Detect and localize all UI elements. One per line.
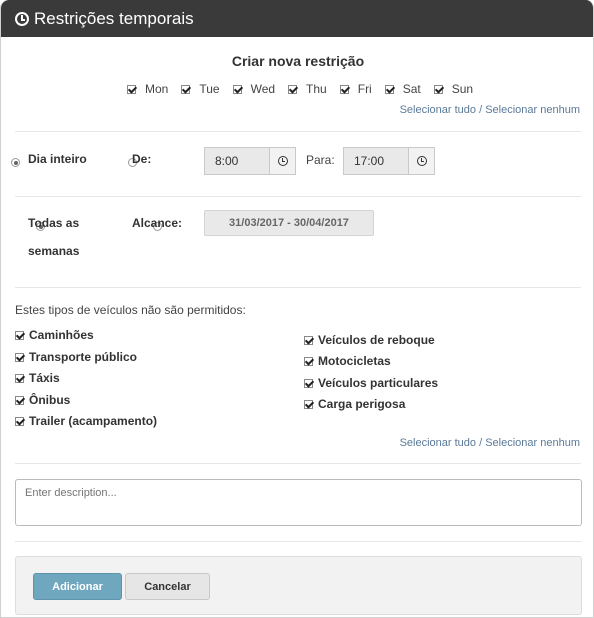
to-time-picker-button[interactable] <box>409 147 435 175</box>
divider <box>15 541 581 542</box>
checkbox-icon[interactable] <box>181 84 191 94</box>
from-time-input[interactable]: 8:00 <box>204 147 270 175</box>
link-separator: / <box>479 104 483 116</box>
day-sun[interactable]: Sun <box>433 82 473 96</box>
checkbox-icon[interactable] <box>339 84 349 94</box>
days-select-links: Selecionar tudo / Selecionar nenhum <box>400 104 580 116</box>
vehicle-public-transport[interactable]: Transporte público <box>15 350 137 364</box>
vehicle-buses[interactable]: Ônibus <box>15 393 70 407</box>
from-label: De: <box>132 152 152 166</box>
checkbox-icon[interactable] <box>127 84 136 94</box>
day-tue[interactable]: Tue <box>181 82 220 96</box>
checkbox-icon[interactable] <box>15 395 24 405</box>
checkbox-icon[interactable] <box>304 378 313 388</box>
select-all-vehicles-link[interactable]: Selecionar tudo <box>400 437 476 449</box>
vehicle-private[interactable]: Veículos particulares <box>304 376 438 390</box>
vehicle-motorcycles[interactable]: Motocicletas <box>304 354 391 368</box>
description-input[interactable] <box>15 479 582 526</box>
title-bar: Restrições temporais <box>1 0 593 37</box>
checkbox-icon[interactable] <box>384 84 394 94</box>
checkbox-icon[interactable] <box>15 352 24 362</box>
day-thu[interactable]: Thu <box>288 82 327 96</box>
all-day-label: Dia inteiro <box>28 152 87 166</box>
day-sat[interactable]: Sat <box>384 82 421 96</box>
from-time-picker-button[interactable] <box>270 147 296 175</box>
checkbox-icon[interactable] <box>288 84 298 94</box>
select-all-days-link[interactable]: Selecionar tudo <box>400 104 476 116</box>
checkbox-icon[interactable] <box>304 335 313 345</box>
to-time-input[interactable]: 17:00 <box>343 147 409 175</box>
cancel-button[interactable]: Cancelar <box>125 573 210 600</box>
window-title: Restrições temporais <box>34 8 194 28</box>
clock-icon <box>277 156 288 166</box>
checkbox-icon[interactable] <box>433 84 443 94</box>
checkbox-icon[interactable] <box>15 373 24 383</box>
link-separator: / <box>479 437 483 449</box>
all-day-radio[interactable] <box>11 158 20 167</box>
weekday-selector: Mon Tue Wed Thu Fri Sat Sun <box>127 82 486 96</box>
vehicle-taxis[interactable]: Táxis <box>15 371 60 385</box>
vehicle-hazardous[interactable]: Carga perigosa <box>304 397 405 411</box>
form-heading: Criar nova restrição <box>231 53 365 69</box>
checkbox-icon[interactable] <box>304 356 313 366</box>
checkbox-icon[interactable] <box>15 330 24 340</box>
vehicle-towing[interactable]: Veículos de reboque <box>304 333 435 347</box>
checkbox-icon[interactable] <box>232 84 242 94</box>
vehicles-select-links: Selecionar tudo / Selecionar nenhum <box>400 437 580 449</box>
add-button[interactable]: Adicionar <box>33 573 122 600</box>
divider <box>15 463 581 464</box>
vehicle-types-intro: Estes tipos de veículos não são permitid… <box>15 303 246 317</box>
day-fri[interactable]: Fri <box>339 82 372 96</box>
range-label: Alcance: <box>132 216 183 230</box>
divider <box>15 196 581 197</box>
checkbox-icon[interactable] <box>15 416 24 426</box>
divider <box>15 287 581 288</box>
restrictions-dialog: Restrições temporais Criar nova restriçã… <box>0 0 594 618</box>
all-weeks-label-line1: Todas as <box>28 216 80 230</box>
day-mon[interactable]: Mon <box>127 82 168 96</box>
checkbox-icon[interactable] <box>304 399 313 409</box>
select-none-vehicles-link[interactable]: Selecionar nenhum <box>485 437 580 449</box>
divider <box>15 131 581 132</box>
clock-icon <box>416 156 427 166</box>
vehicle-trailer[interactable]: Trailer (acampamento) <box>15 414 157 428</box>
all-weeks-label-line2: semanas <box>28 244 80 258</box>
to-label: Para: <box>306 153 335 167</box>
day-wed[interactable]: Wed <box>232 82 275 96</box>
vehicle-trucks[interactable]: Caminhões <box>15 328 94 342</box>
date-range-button[interactable]: 31/03/2017 - 30/04/2017 <box>204 210 374 236</box>
select-none-days-link[interactable]: Selecionar nenhum <box>485 104 580 116</box>
clock-icon <box>15 11 29 26</box>
